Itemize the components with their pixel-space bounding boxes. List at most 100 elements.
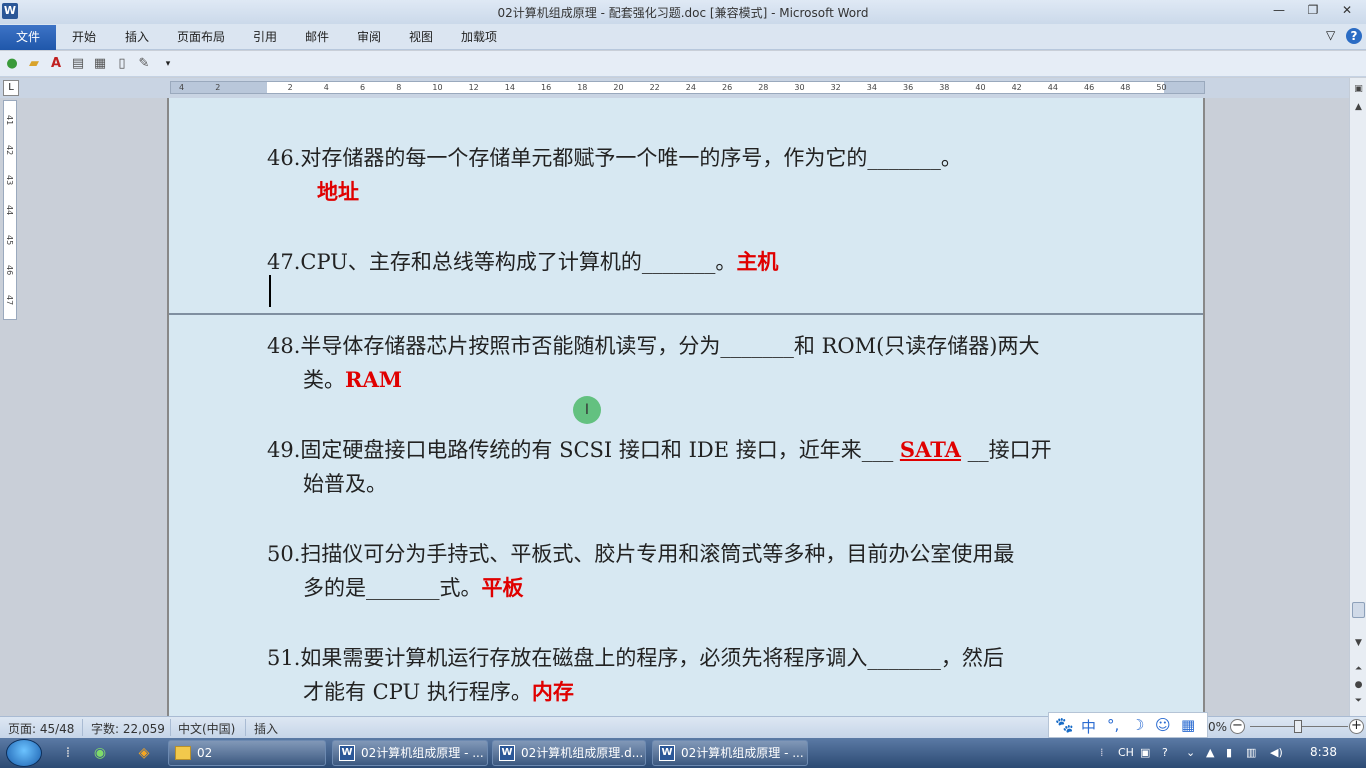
browse-object-icon[interactable]: ● [1351,678,1366,692]
ruler-number: 22 [649,83,660,92]
question-number: 51. [267,646,301,670]
insert-mode[interactable]: 插入 [254,720,278,737]
taskbar-label: 02计算机组成原理 - ... [681,746,804,760]
document-page[interactable]: 46.对存储器的每一个存储单元都赋予一个唯一的序号，作为它的_______。 地… [167,98,1205,716]
minimize-button[interactable]: — [1268,3,1290,19]
taskbar-word-2[interactable]: W 02计算机组成原理.d... [492,740,646,766]
taskbar-explorer[interactable]: 02 [168,740,326,766]
keyboard-icon[interactable]: ▣ [1140,746,1150,759]
print-preview-icon[interactable]: ▤ [70,56,86,72]
circle-green-icon[interactable]: ● [4,56,20,72]
zoom-level[interactable]: 0% [1208,720,1227,734]
page-count[interactable]: 页面: 45/48 [8,720,74,737]
tab-selector[interactable]: L [3,80,19,96]
language-indicator[interactable]: 中文(中国) [178,720,235,737]
question-49-cont: 始普及。 [303,472,387,496]
tab-file[interactable]: 文件 [0,25,56,50]
answer-46: 地址 [317,179,359,204]
zoom-in-button[interactable]: + [1349,719,1364,734]
divider [245,719,246,736]
ime-punctuation[interactable]: °, [1107,716,1119,734]
start-button[interactable] [6,739,42,767]
ime-halfwidth[interactable]: ☽ [1131,716,1144,734]
help-tray-icon[interactable]: ? [1162,746,1168,759]
scrollbar-thumb[interactable] [1352,602,1365,618]
ribbon-collapse-icon[interactable]: ▽ [1326,28,1335,42]
text-caret [269,275,271,307]
vruler-number: 41 [5,115,14,126]
ruler-row: L 4 2 2 4 6 8 10 12 14 16 18 20 22 24 26 28 30 32 34 36 38 40… [0,78,1366,98]
ruler-number: 2 [215,83,221,92]
vruler-number: 44 [5,205,14,216]
paw-icon[interactable]: 🐾 [1055,716,1074,734]
tab-insert[interactable]: 插入 [125,28,149,50]
tab-references[interactable]: 引用 [253,28,277,50]
vertical-scrollbar[interactable]: ▣ ▲ ▼ ⏶ ● ⏷ [1349,78,1366,716]
scroll-up-icon[interactable]: ▲ [1351,100,1366,114]
ruler-number: 4 [323,83,329,92]
ruler-number: 16 [541,83,552,92]
show-hidden-icons[interactable]: ▲ [1206,746,1214,759]
question-number: 48. [267,334,301,358]
answer-50: 平板 [481,575,524,600]
scroll-down-icon[interactable]: ▼ [1351,636,1366,650]
window-title: 02计算机组成原理 - 配套强化习题.doc [兼容模式] - Microsof… [497,6,869,20]
help-icon[interactable]: ? [1346,28,1362,44]
page-break [169,313,1203,315]
question-number: 50. [267,542,301,566]
system-clock[interactable]: 8:38 [1310,745,1337,759]
grid-icon[interactable]: ▦ [1181,716,1195,734]
new-document-icon[interactable]: ▯ [114,56,130,72]
ime-chinese-mode[interactable]: 中 [1081,716,1096,737]
ruler-number: 18 [577,83,588,92]
device-icon[interactable]: ▮ [1226,746,1232,759]
zoom-slider-thumb[interactable] [1294,720,1302,733]
show-quick-launch-icon[interactable]: ⁞ [58,743,78,763]
document-area[interactable]: 46.对存储器的每一个存储单元都赋予一个唯一的序号，作为它的_______。 地… [22,98,1348,716]
font-color-icon[interactable]: A [48,56,64,72]
volume-icon[interactable]: ◀) [1270,746,1283,759]
question-50: 50.扫描仪可分为手持式、平板式、胶片专用和滚筒式等多种，目前办公室使用最 [267,538,1014,568]
tab-mailings[interactable]: 邮件 [305,28,329,50]
app-icon-green[interactable]: ◉ [90,743,110,763]
ruler-number: 50 [1156,83,1167,92]
tab-view[interactable]: 视图 [409,28,433,50]
edit-icon[interactable]: ✎ [136,56,152,72]
previous-page-icon[interactable]: ⏶ [1351,662,1366,676]
network-icon[interactable]: ▥ [1246,746,1256,759]
taskbar-word-3[interactable]: W 02计算机组成原理 - ... [652,740,808,766]
taskbar: ⁞ ◉ ◈ 02 W 02计算机组成原理 - ... W 02计算机组成原理.d..… [0,738,1366,768]
divider [82,719,83,736]
customize-toolbar-icon[interactable]: ▾ [160,56,176,72]
quick-access-toolbar: ● ▰ A ▤ ▦ ▯ ✎ ▾ [0,51,1366,77]
ruler-number: 10 [432,83,443,92]
ime-toolbar[interactable]: 🐾 中 °, ☽ ☺ ▦ [1048,712,1208,738]
restore-button[interactable]: ❐ [1302,3,1324,19]
ruler-number: 4 [179,83,185,92]
next-page-icon[interactable]: ⏷ [1351,694,1366,708]
ruler-number: 20 [613,83,624,92]
zoom-out-button[interactable]: − [1230,719,1245,734]
mouse-cursor-highlight: I [573,396,601,424]
vertical-ruler[interactable]: 41 42 43 44 45 46 47 [3,100,17,320]
word-count[interactable]: 字数: 22,059 [91,720,165,737]
app-icon-orange[interactable]: ◈ [134,743,154,763]
close-button[interactable]: ✕ [1336,3,1358,19]
ruler-number: 28 [758,83,769,92]
taskbar-word-1[interactable]: W 02计算机组成原理 - ... [332,740,488,766]
tab-review[interactable]: 审阅 [357,28,381,50]
horizontal-ruler[interactable]: 4 2 2 4 6 8 10 12 14 16 18 20 22 24 26 28 30 32 34 36 38 40 42… [170,81,1205,94]
tab-page-layout[interactable]: 页面布局 [177,28,225,50]
tray-language[interactable]: CH [1118,746,1134,759]
word-icon: W [659,745,675,761]
tab-addins[interactable]: 加载项 [461,28,497,50]
print-icon[interactable]: ▦ [92,56,108,72]
question-48: 48.半导体存储器芯片按照市否能随机读写，分为_______和 ROM(只读存储… [267,330,1040,360]
open-folder-icon[interactable]: ▰ [26,56,42,72]
user-icon[interactable]: ☺ [1155,716,1171,734]
tab-home[interactable]: 开始 [72,28,96,50]
tray-options-icon[interactable]: ⌄ [1186,746,1195,759]
ruler-toggle-icon[interactable]: ▣ [1351,82,1366,96]
ruler-number: 42 [1011,83,1022,92]
tray-divider-icon: ⁞ [1100,746,1104,759]
